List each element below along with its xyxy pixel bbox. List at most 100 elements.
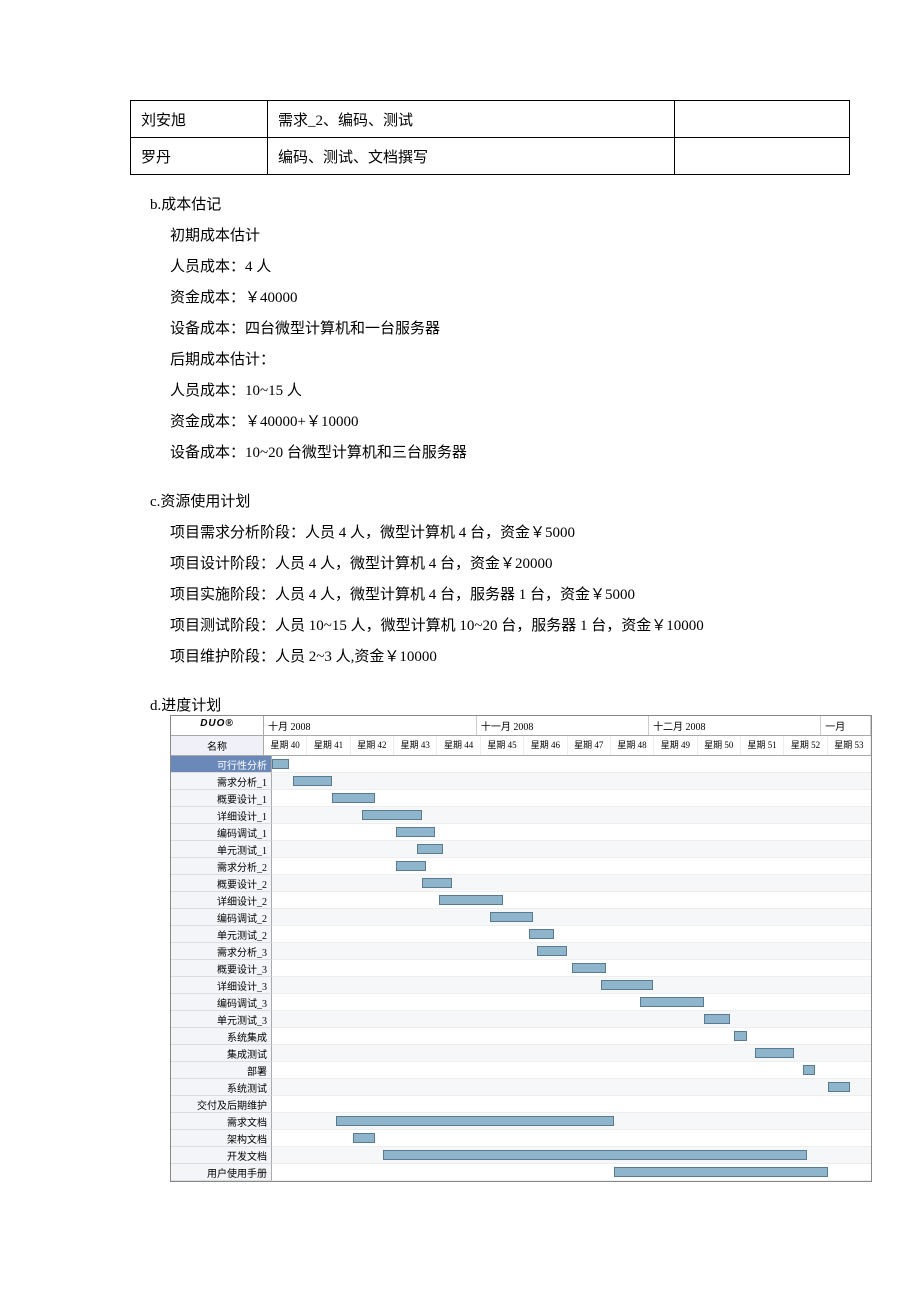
gantt-bar (601, 980, 652, 990)
gantt-month: 十月 2008 (264, 716, 477, 735)
gantt-task-label: 用户使用手册 (171, 1164, 272, 1181)
gantt-task-label: 概要设计_2 (171, 875, 272, 892)
gantt-bar (803, 1065, 816, 1075)
gantt-task-label: 需求分析_2 (171, 858, 272, 875)
cost-line: 初期成本估计 (170, 224, 860, 245)
gantt-track (272, 807, 871, 824)
gantt-task-label: 单元测试_2 (171, 926, 272, 943)
gantt-track (272, 756, 871, 773)
gantt-row: 开发文档 (171, 1147, 871, 1164)
section-b-label: b.成本估记 (150, 193, 860, 214)
cost-line: 后期成本估计： (170, 348, 860, 369)
gantt-track (272, 926, 871, 943)
gantt-task-label: 系统集成 (171, 1028, 272, 1045)
gantt-month: 一月 (821, 716, 871, 735)
gantt-track (272, 1164, 871, 1181)
gantt-track (272, 1130, 871, 1147)
gantt-row: 单元测试_3 (171, 1011, 871, 1028)
document-page: 刘安旭需求_2、编码、测试罗丹编码、测试、文档撰写 b.成本估记 初期成本估计人… (0, 0, 920, 1222)
gantt-week: 星期 43 (394, 736, 437, 755)
resource-line: 项目维护阶段：人员 2~3 人,资金￥10000 (170, 645, 860, 666)
gantt-row: 概要设计_3 (171, 960, 871, 977)
gantt-task-label: 详细设计_3 (171, 977, 272, 994)
gantt-week: 星期 47 (568, 736, 611, 755)
gantt-week: 星期 46 (524, 736, 567, 755)
gantt-track (272, 824, 871, 841)
gantt-week: 星期 49 (654, 736, 697, 755)
gantt-task-label: 概要设计_1 (171, 790, 272, 807)
gantt-bar (353, 1133, 374, 1143)
gantt-row: 单元测试_2 (171, 926, 871, 943)
gantt-task-label: 概要设计_3 (171, 960, 272, 977)
gantt-row: 系统测试 (171, 1079, 871, 1096)
gantt-row: 编码调试_3 (171, 994, 871, 1011)
gantt-week: 星期 50 (698, 736, 741, 755)
gantt-task-label: 单元测试_1 (171, 841, 272, 858)
gantt-row: 详细设计_1 (171, 807, 871, 824)
gantt-track (272, 1062, 871, 1079)
gantt-bar (396, 827, 435, 837)
cost-line: 资金成本：￥40000 (170, 286, 860, 307)
gantt-track (272, 977, 871, 994)
gantt-chart: DUO® 十月 2008十一月 2008十二月 2008一月 名称 星期 40星… (170, 715, 872, 1182)
gantt-bar (529, 929, 555, 939)
gantt-track (272, 943, 871, 960)
cost-line: 设备成本：10~20 台微型计算机和三台服务器 (170, 441, 860, 462)
gantt-row: 编码调试_1 (171, 824, 871, 841)
gantt-row: 交付及后期维护 (171, 1096, 871, 1113)
gantt-task-label: 部署 (171, 1062, 272, 1079)
gantt-row: 可行性分析 (171, 756, 871, 773)
gantt-bar (614, 1167, 828, 1177)
table-cell: 编码、测试、文档撰写 (268, 138, 675, 175)
gantt-week: 星期 42 (351, 736, 394, 755)
gantt-week: 星期 45 (481, 736, 524, 755)
gantt-week: 星期 44 (437, 736, 480, 755)
table-row: 刘安旭需求_2、编码、测试 (131, 101, 850, 138)
gantt-row: 概要设计_1 (171, 790, 871, 807)
gantt-track (272, 1079, 871, 1096)
gantt-bar (396, 861, 426, 871)
gantt-task-label: 详细设计_1 (171, 807, 272, 824)
gantt-track (272, 1096, 871, 1113)
gantt-month: 十一月 2008 (477, 716, 649, 735)
gantt-bar (828, 1082, 849, 1092)
cost-line: 设备成本：四台微型计算机和一台服务器 (170, 317, 860, 338)
gantt-task-label: 架构文档 (171, 1130, 272, 1147)
gantt-week: 星期 41 (307, 736, 350, 755)
gantt-bar (272, 759, 289, 769)
gantt-bar (704, 1014, 730, 1024)
gantt-bar (572, 963, 606, 973)
gantt-row: 架构文档 (171, 1130, 871, 1147)
gantt-task-label: 单元测试_3 (171, 1011, 272, 1028)
gantt-bar (383, 1150, 807, 1160)
gantt-track (272, 994, 871, 1011)
gantt-bar (640, 997, 704, 1007)
gantt-track (272, 875, 871, 892)
gantt-logo: DUO® (171, 716, 264, 736)
gantt-bar (755, 1048, 794, 1058)
gantt-track (272, 909, 871, 926)
gantt-row: 需求分析_1 (171, 773, 871, 790)
gantt-row: 部署 (171, 1062, 871, 1079)
gantt-track (272, 1028, 871, 1045)
section-c-label: c.资源使用计划 (150, 490, 860, 511)
gantt-task-label: 需求分析_1 (171, 773, 272, 790)
gantt-bar (336, 1116, 614, 1126)
gantt-row: 集成测试 (171, 1045, 871, 1062)
gantt-row: 用户使用手册 (171, 1164, 871, 1181)
gantt-bar (332, 793, 375, 803)
cost-line: 人员成本：4 人 (170, 255, 860, 276)
gantt-track (272, 773, 871, 790)
personnel-table: 刘安旭需求_2、编码、测试罗丹编码、测试、文档撰写 (130, 100, 850, 175)
gantt-task-label: 需求文档 (171, 1113, 272, 1130)
gantt-row: 需求分析_2 (171, 858, 871, 875)
gantt-name-header: 名称 (171, 736, 264, 756)
gantt-bar (734, 1031, 747, 1041)
resource-line: 项目测试阶段：人员 10~15 人，微型计算机 10~20 台，服务器 1 台，… (170, 614, 860, 635)
gantt-bar (417, 844, 443, 854)
gantt-task-label: 编码调试_1 (171, 824, 272, 841)
gantt-week: 星期 53 (828, 736, 871, 755)
gantt-task-label: 开发文档 (171, 1147, 272, 1164)
gantt-row: 详细设计_3 (171, 977, 871, 994)
gantt-track (272, 790, 871, 807)
